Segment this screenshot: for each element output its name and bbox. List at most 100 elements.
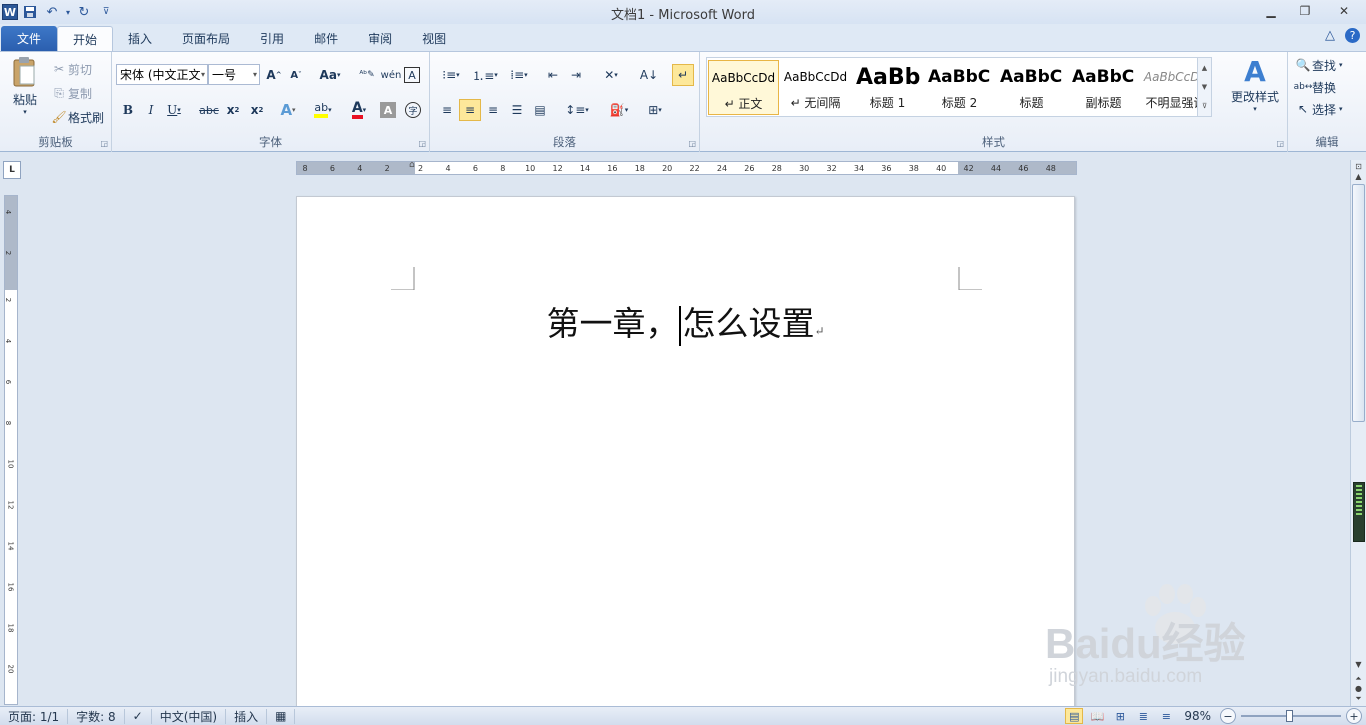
chevron-down-icon[interactable]: ▼ [1202, 83, 1207, 91]
strikethrough-button[interactable]: abc [198, 99, 220, 121]
macro-record-icon[interactable]: ▦ [267, 708, 296, 724]
document-heading[interactable]: 第一章， 怎么设置↵ [297, 297, 1074, 346]
style-no-spacing[interactable]: AaBbCcDd ↵ 无间隔 [780, 60, 851, 115]
document-page[interactable]: 第一章， 怎么设置↵ [296, 196, 1075, 706]
tab-insert[interactable]: 插入 [113, 26, 167, 51]
close-button[interactable]: ✕ [1322, 0, 1366, 22]
zoom-level[interactable]: 98% [1184, 709, 1211, 723]
redo-icon[interactable]: ↻ [74, 3, 94, 21]
page-count[interactable]: 页面: 1/1 [0, 708, 69, 724]
zoom-in-button[interactable]: + [1346, 708, 1362, 724]
select-button[interactable]: ↖ 选择 ▾ [1294, 100, 1343, 118]
style-title[interactable]: AaBbC 标题 [996, 60, 1067, 115]
save-icon[interactable] [20, 3, 40, 21]
print-layout-view-icon[interactable]: ▤ [1065, 708, 1084, 724]
line-spacing-button[interactable]: ↕≡ ▾ [562, 99, 592, 121]
shading-button[interactable]: ⛽ ▾ [604, 99, 634, 121]
subscript-button[interactable]: x2 [222, 99, 244, 121]
font-size-combo[interactable]: 一号 ▾ [208, 64, 260, 85]
grow-font-button[interactable]: A ^ [263, 64, 285, 86]
change-case-button[interactable]: Aa ▾ [316, 64, 344, 86]
highlight-button[interactable]: ab ▾ [308, 99, 338, 121]
help-icon[interactable]: ? [1345, 28, 1360, 43]
format-painter-button[interactable]: 🖌 格式刷 [50, 108, 104, 126]
collapse-ribbon-icon[interactable]: △ [1325, 28, 1335, 43]
scroll-up-arrow-icon[interactable]: ▲ [1351, 172, 1366, 184]
outline-view-icon[interactable]: ≣ [1134, 708, 1152, 724]
align-center-button[interactable]: ≡ [459, 99, 481, 121]
tab-review[interactable]: 审阅 [353, 26, 407, 51]
tab-view[interactable]: 视图 [407, 26, 461, 51]
chevron-up-icon[interactable]: ▲ [1202, 64, 1207, 72]
vertical-scrollbar[interactable]: ⊡ ▲ ▼ ⏶ ● ⏷ [1350, 160, 1366, 706]
font-launcher-icon[interactable]: ◲ [418, 139, 426, 148]
distributed-button[interactable]: ▤ [529, 99, 551, 121]
style-normal[interactable]: AaBbCcDd ↵ 正文 [708, 60, 779, 115]
style-heading-2[interactable]: AaBbC 标题 2 [924, 60, 995, 115]
style-heading-1[interactable]: AaBb 标题 1 [852, 60, 923, 115]
change-styles-button[interactable]: A 更改样式 ▾ [1228, 56, 1282, 114]
multilevel-list-button[interactable]: ⁞≡ ▾ [504, 64, 534, 86]
scrollbar-thumb[interactable] [1352, 184, 1365, 422]
numbering-button[interactable]: ⒈≡ ▾ [470, 64, 500, 86]
tab-selector[interactable]: L [3, 161, 21, 179]
web-layout-icon[interactable]: ⊞ [1111, 708, 1129, 724]
phonetic-guide-button[interactable]: wén [380, 64, 402, 86]
undo-dropdown-icon[interactable]: ▾ [64, 3, 72, 21]
font-color-button[interactable]: A ▾ [344, 99, 374, 121]
decrease-indent-button[interactable]: ⇤ [542, 64, 564, 86]
clear-formatting-button[interactable]: ᴬᵇ✎ [356, 64, 378, 86]
paragraph-launcher-icon[interactable]: ◲ [688, 139, 696, 148]
zoom-out-button[interactable]: − [1220, 708, 1236, 724]
show-formatting-marks-button[interactable]: ↵ [672, 64, 694, 86]
minimize-button[interactable]: ▁ [1254, 0, 1288, 22]
find-button[interactable]: 🔍 查找 ▾ [1294, 56, 1343, 74]
justify-button[interactable]: ☰ [506, 99, 528, 121]
superscript-button[interactable]: x2 [246, 99, 268, 121]
sort-button[interactable]: A↓ [638, 64, 660, 86]
replace-button[interactable]: ab↔ 替换 [1294, 78, 1336, 96]
zoom-knob[interactable] [1286, 710, 1293, 722]
styles-launcher-icon[interactable]: ◲ [1276, 139, 1284, 148]
word-count[interactable]: 字数: 8 [68, 708, 125, 724]
borders-button[interactable]: ⊞ ▾ [640, 99, 670, 121]
scroll-down-arrow-icon[interactable]: ▼ [1351, 660, 1366, 672]
bold-button[interactable]: B [117, 99, 139, 121]
paste-button[interactable]: 粘贴 ▾ [8, 56, 42, 116]
text-effects-button[interactable]: A ▾ [277, 99, 299, 121]
underline-button[interactable]: U ▾ [163, 99, 185, 121]
next-page-icon[interactable]: ⏷ [1351, 694, 1366, 706]
proofing-icon[interactable]: ✓ [125, 708, 152, 724]
customize-qat-icon[interactable]: ⊽ [96, 3, 116, 21]
undo-icon[interactable]: ↶ [42, 3, 62, 21]
word-app-icon[interactable]: W [2, 4, 18, 20]
character-border-button[interactable]: A [404, 67, 420, 83]
horizontal-ruler[interactable]: 8 6 4 2 2 4 6 8 10 12 14 16 18 20 22 24 26 28 30 32 34 36 38 40… [296, 160, 1077, 175]
cut-button[interactable]: ✂ 剪切 [50, 60, 92, 78]
more-icon[interactable]: ⊽ [1202, 102, 1207, 110]
tab-page-layout[interactable]: 页面布局 [167, 26, 245, 51]
tab-references[interactable]: 引用 [245, 26, 299, 51]
tab-home[interactable]: 开始 [57, 26, 114, 51]
increase-indent-button[interactable]: ⇥ [565, 64, 587, 86]
character-shading-button[interactable]: A [380, 102, 396, 118]
insert-mode[interactable]: 插入 [226, 708, 268, 724]
chinese-layout-button[interactable]: ✕ ▾ [596, 64, 626, 86]
tab-file[interactable]: 文件 [1, 26, 57, 51]
align-right-button[interactable]: ≡ [482, 99, 504, 121]
copy-button[interactable]: ⎘ 复制 [50, 84, 92, 102]
full-screen-reading-icon[interactable]: 📖 [1088, 708, 1106, 724]
language-indicator[interactable]: 中文(中国) [152, 708, 227, 724]
indent-marker-icon[interactable]: ⌂ [409, 160, 415, 170]
tab-mailings[interactable]: 邮件 [299, 26, 353, 51]
zoom-slider[interactable] [1241, 708, 1341, 724]
italic-button[interactable]: I [140, 99, 162, 121]
shrink-font-button[interactable]: Aˇ [285, 64, 307, 86]
style-subtitle[interactable]: AaBbC 副标题 [1068, 60, 1139, 115]
gallery-scroll[interactable]: ▲ ▼ ⊽ [1197, 58, 1211, 116]
restore-button[interactable]: ❐ [1288, 0, 1322, 22]
clipboard-launcher-icon[interactable]: ◲ [100, 139, 108, 148]
align-left-button[interactable]: ≡ [436, 99, 458, 121]
vertical-ruler[interactable]: 4 2 2 4 6 8 10 12 14 16 18 20 [4, 195, 18, 705]
bullets-button[interactable]: ⁝≡ ▾ [436, 64, 466, 86]
